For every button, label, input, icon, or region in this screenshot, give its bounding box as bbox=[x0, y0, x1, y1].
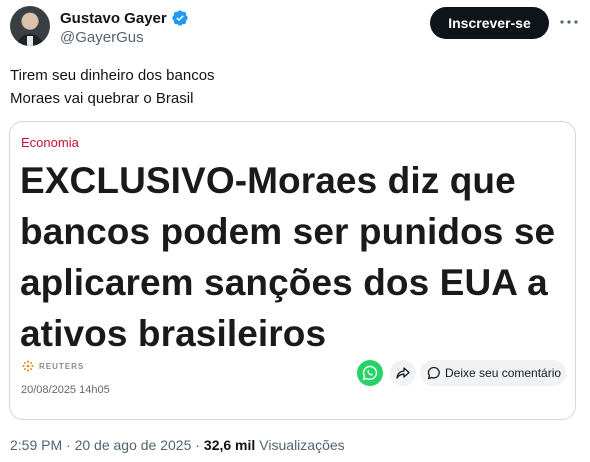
comment-button-label: Deixe seu comentário bbox=[445, 366, 562, 380]
card-category: Economia bbox=[21, 135, 79, 150]
source-logo: REUTERS bbox=[21, 359, 84, 373]
comment-bubble-icon bbox=[427, 366, 440, 380]
tweet-timestamp[interactable]: 2:59 PM · 20 de ago de 2025 · bbox=[10, 437, 200, 453]
card-headline: EXCLUSIVO-Moraes diz que bancos podem se… bbox=[20, 155, 560, 359]
comment-button[interactable]: Deixe seu comentário bbox=[420, 360, 566, 386]
reuters-logo-icon bbox=[22, 360, 34, 372]
more-horizontal-icon[interactable] bbox=[558, 12, 580, 32]
name-row: Gustavo Gayer bbox=[60, 8, 189, 28]
tweet-header: Gustavo Gayer @GayerGus Inscrever-se bbox=[10, 6, 582, 50]
author-display-name[interactable]: Gustavo Gayer bbox=[60, 10, 167, 27]
tweet-text-line: Moraes vai quebrar o Brasil bbox=[10, 90, 194, 107]
headline-line: ativos brasileiros bbox=[20, 313, 327, 354]
card-date: 20/08/2025 14h05 bbox=[21, 384, 110, 396]
source-name: REUTERS bbox=[39, 361, 85, 371]
headline-line: EXCLUSIVO-Moraes diz que bbox=[20, 160, 516, 201]
subscribe-button[interactable]: Inscrever-se bbox=[430, 7, 549, 39]
avatar-shirt bbox=[27, 36, 33, 46]
link-card[interactable]: Economia EXCLUSIVO-Moraes diz que bancos… bbox=[9, 121, 576, 420]
avatar[interactable] bbox=[10, 6, 50, 46]
author-handle[interactable]: @GayerGus bbox=[60, 29, 189, 46]
tweet-footer: 2:59 PM · 20 de ago de 2025 · 32,6 mil V… bbox=[10, 437, 345, 453]
views-count: 32,6 mil bbox=[203, 437, 256, 453]
share-arrow-icon[interactable] bbox=[390, 360, 416, 386]
verified-badge-icon bbox=[171, 9, 189, 27]
tweet-text: Tirem seu dinheiro dos bancos Moraes vai… bbox=[10, 64, 215, 110]
tweet-text-line: Tirem seu dinheiro dos bancos bbox=[10, 67, 215, 84]
whatsapp-share-icon[interactable] bbox=[357, 360, 383, 386]
author-info: Gustavo Gayer @GayerGus bbox=[60, 8, 189, 46]
views-label: Visualizações bbox=[259, 437, 345, 453]
headline-line: bancos podem ser punidos se bbox=[20, 211, 556, 252]
headline-line: aplicarem sanções dos EUA a bbox=[20, 262, 548, 303]
